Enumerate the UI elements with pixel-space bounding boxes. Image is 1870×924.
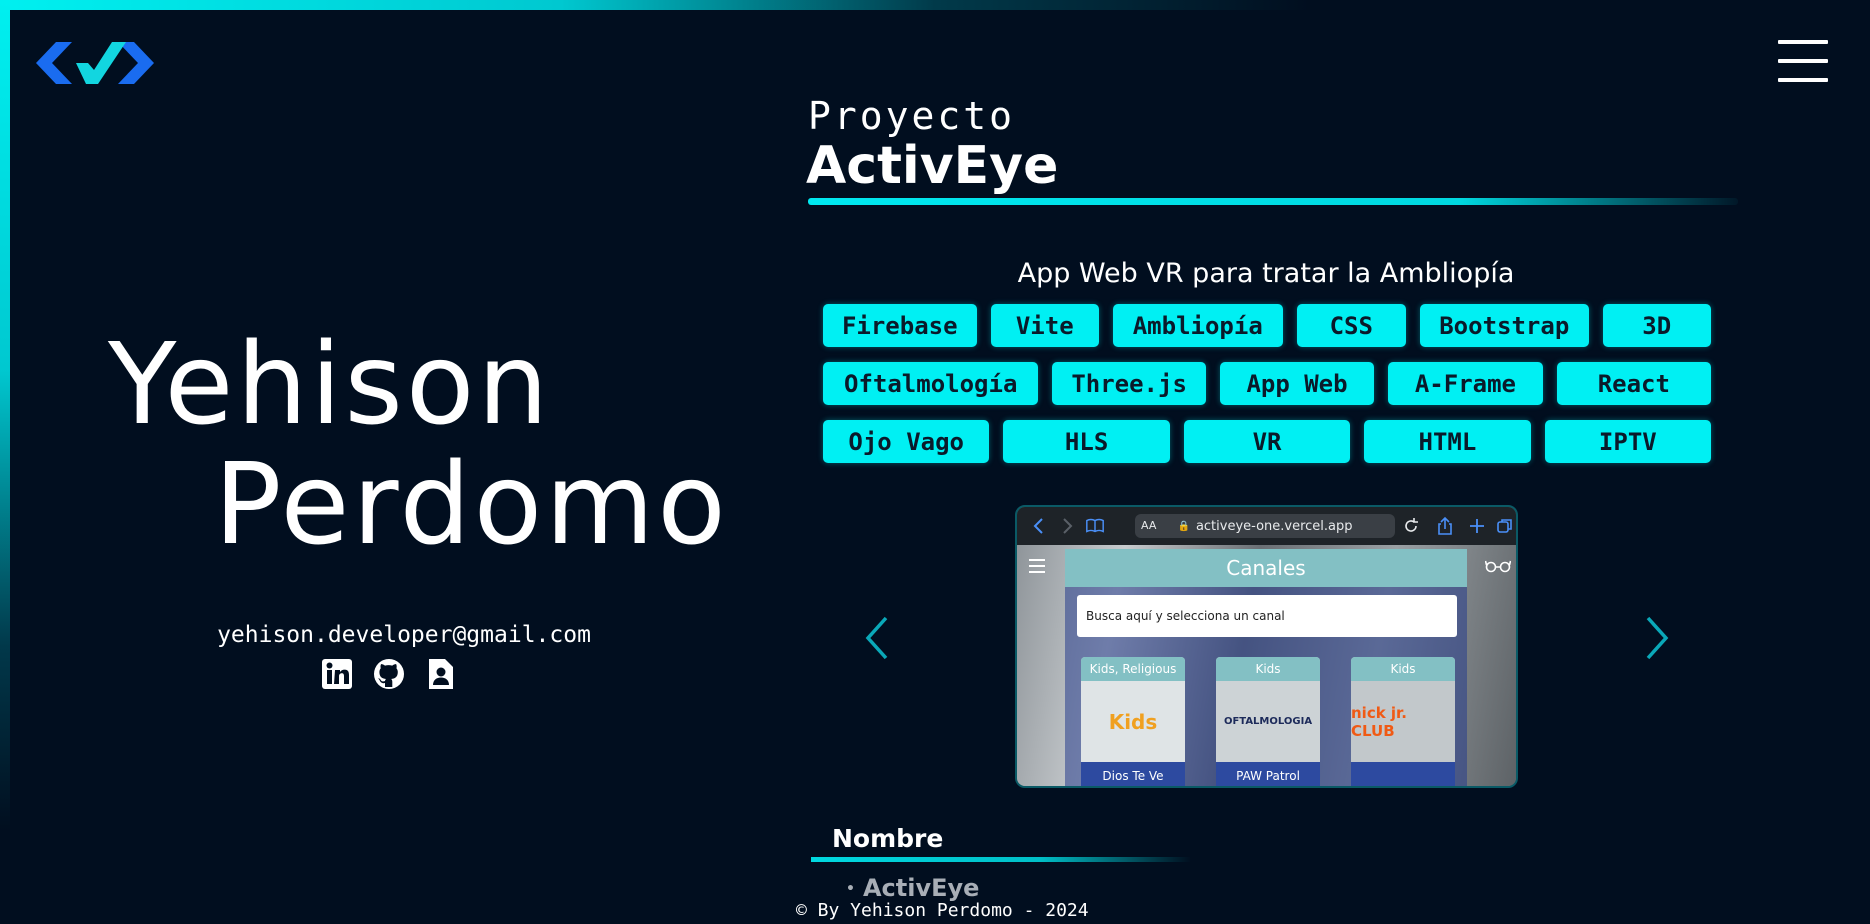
channel-name	[1351, 762, 1455, 786]
channel-category: Kids	[1216, 657, 1320, 681]
tag-vite[interactable]: Vite	[990, 304, 1099, 347]
social-links	[320, 656, 458, 692]
tag-oftalmologia[interactable]: Oftalmología	[823, 362, 1039, 405]
tag-3d[interactable]: 3D	[1602, 304, 1711, 347]
github-icon[interactable]	[372, 656, 406, 692]
channel-category: Kids, Religious	[1081, 657, 1185, 681]
tag-css[interactable]: CSS	[1296, 304, 1406, 347]
tag-row: Ojo Vago HLS VR HTML IPTV	[823, 420, 1712, 463]
tag-firebase[interactable]: Firebase	[823, 304, 977, 347]
profile-email[interactable]: yehison.developer@gmail.com	[150, 622, 658, 648]
channel-search-input: Busca aquí y selecciona un canal	[1077, 595, 1457, 637]
channel-logo: OFTALMOLOGIA	[1216, 681, 1320, 762]
title-underline	[808, 198, 1738, 205]
tabs-icon	[1497, 519, 1512, 533]
channel-card: Kids OFTALMOLOGIA PAW Patrol	[1216, 657, 1320, 786]
tag-ambliopia[interactable]: Ambliopía	[1113, 304, 1283, 347]
left-accent-bar	[0, 0, 10, 924]
url-text: activeye-one.vercel.app	[1195, 518, 1353, 534]
channels-header: Canales	[1065, 549, 1467, 587]
menu-line	[1778, 78, 1828, 82]
tag-threejs[interactable]: Three.js	[1052, 362, 1206, 405]
linkedin-icon[interactable]	[320, 656, 354, 692]
tag-hls[interactable]: HLS	[1003, 420, 1170, 463]
tag-html[interactable]: HTML	[1364, 420, 1531, 463]
tag-ojo-vago[interactable]: Ojo Vago	[823, 420, 990, 463]
menu-line	[1778, 40, 1828, 44]
profile-last-name: Perdomo	[214, 440, 729, 570]
hamburger-menu-icon[interactable]	[1778, 38, 1828, 84]
tag-bootstrap[interactable]: Bootstrap	[1420, 304, 1589, 347]
tag-vr[interactable]: VR	[1183, 420, 1351, 463]
project-subtitle: App Web VR para tratar la Ambliopía	[1017, 258, 1515, 289]
app-menu-icon	[1029, 559, 1045, 573]
back-icon	[1033, 518, 1043, 534]
chevron-left-icon[interactable]	[862, 614, 892, 662]
project-label: Proyecto	[808, 94, 1016, 138]
menu-line	[1778, 59, 1828, 63]
name-value-text: ActivEye	[862, 874, 980, 902]
top-accent-bar	[0, 0, 1870, 10]
text-size-label: AA	[1141, 519, 1157, 532]
tag-app-web[interactable]: App Web	[1219, 362, 1375, 405]
tag-aframe[interactable]: A-Frame	[1388, 362, 1543, 405]
channel-logo: Kids	[1081, 681, 1185, 762]
channels-title: Canales	[1226, 556, 1306, 580]
tag-react[interactable]: React	[1556, 362, 1712, 405]
channel-category: Kids	[1351, 657, 1455, 681]
share-icon	[1438, 516, 1452, 535]
vr-glasses-icon	[1485, 560, 1511, 573]
channel-card: Kids nick jr. CLUB	[1351, 657, 1455, 786]
tech-tags: Firebase Vite Ambliopía CSS Bootstrap 3D…	[823, 304, 1712, 478]
code-brackets-logo-icon[interactable]	[36, 40, 154, 86]
channel-logo: nick jr. CLUB	[1351, 681, 1455, 762]
reload-icon	[1405, 518, 1418, 532]
chevron-right-icon[interactable]	[1642, 614, 1672, 662]
tag-iptv[interactable]: IPTV	[1544, 420, 1712, 463]
name-field-label: Nombre	[832, 824, 944, 853]
profile-first-name: Yehison	[108, 320, 552, 450]
name-field-value: • ActivEye	[846, 874, 979, 902]
channel-name: Dios Te Ve	[1081, 762, 1185, 786]
app-scene: Canales Busca aquí y selecciona un canal…	[1017, 545, 1516, 786]
bookmarks-icon	[1086, 518, 1104, 533]
resume-icon[interactable]	[424, 656, 458, 692]
project-screenshot[interactable]: 🔒 activeye-one.vercel.app AA Canales Bus…	[1015, 505, 1518, 788]
project-title: ActivEye	[806, 136, 1059, 196]
bullet-icon: •	[846, 881, 855, 897]
tag-row: Oftalmología Three.js App Web A-Frame Re…	[823, 362, 1712, 405]
forward-icon	[1063, 518, 1073, 534]
lock-icon: 🔒	[1177, 520, 1190, 532]
field-underline	[811, 857, 1191, 862]
channel-card: Kids, Religious Kids Dios Te Ve	[1081, 657, 1185, 786]
new-tab-icon	[1470, 519, 1484, 533]
channel-name: PAW Patrol	[1216, 762, 1320, 786]
browser-toolbar: 🔒 activeye-one.vercel.app AA	[1017, 507, 1516, 545]
tag-row: Firebase Vite Ambliopía CSS Bootstrap 3D	[823, 304, 1711, 347]
footer-copyright: © By Yehison Perdomo - 2024	[796, 900, 1089, 921]
url-bar: 🔒 activeye-one.vercel.app	[1135, 514, 1395, 538]
